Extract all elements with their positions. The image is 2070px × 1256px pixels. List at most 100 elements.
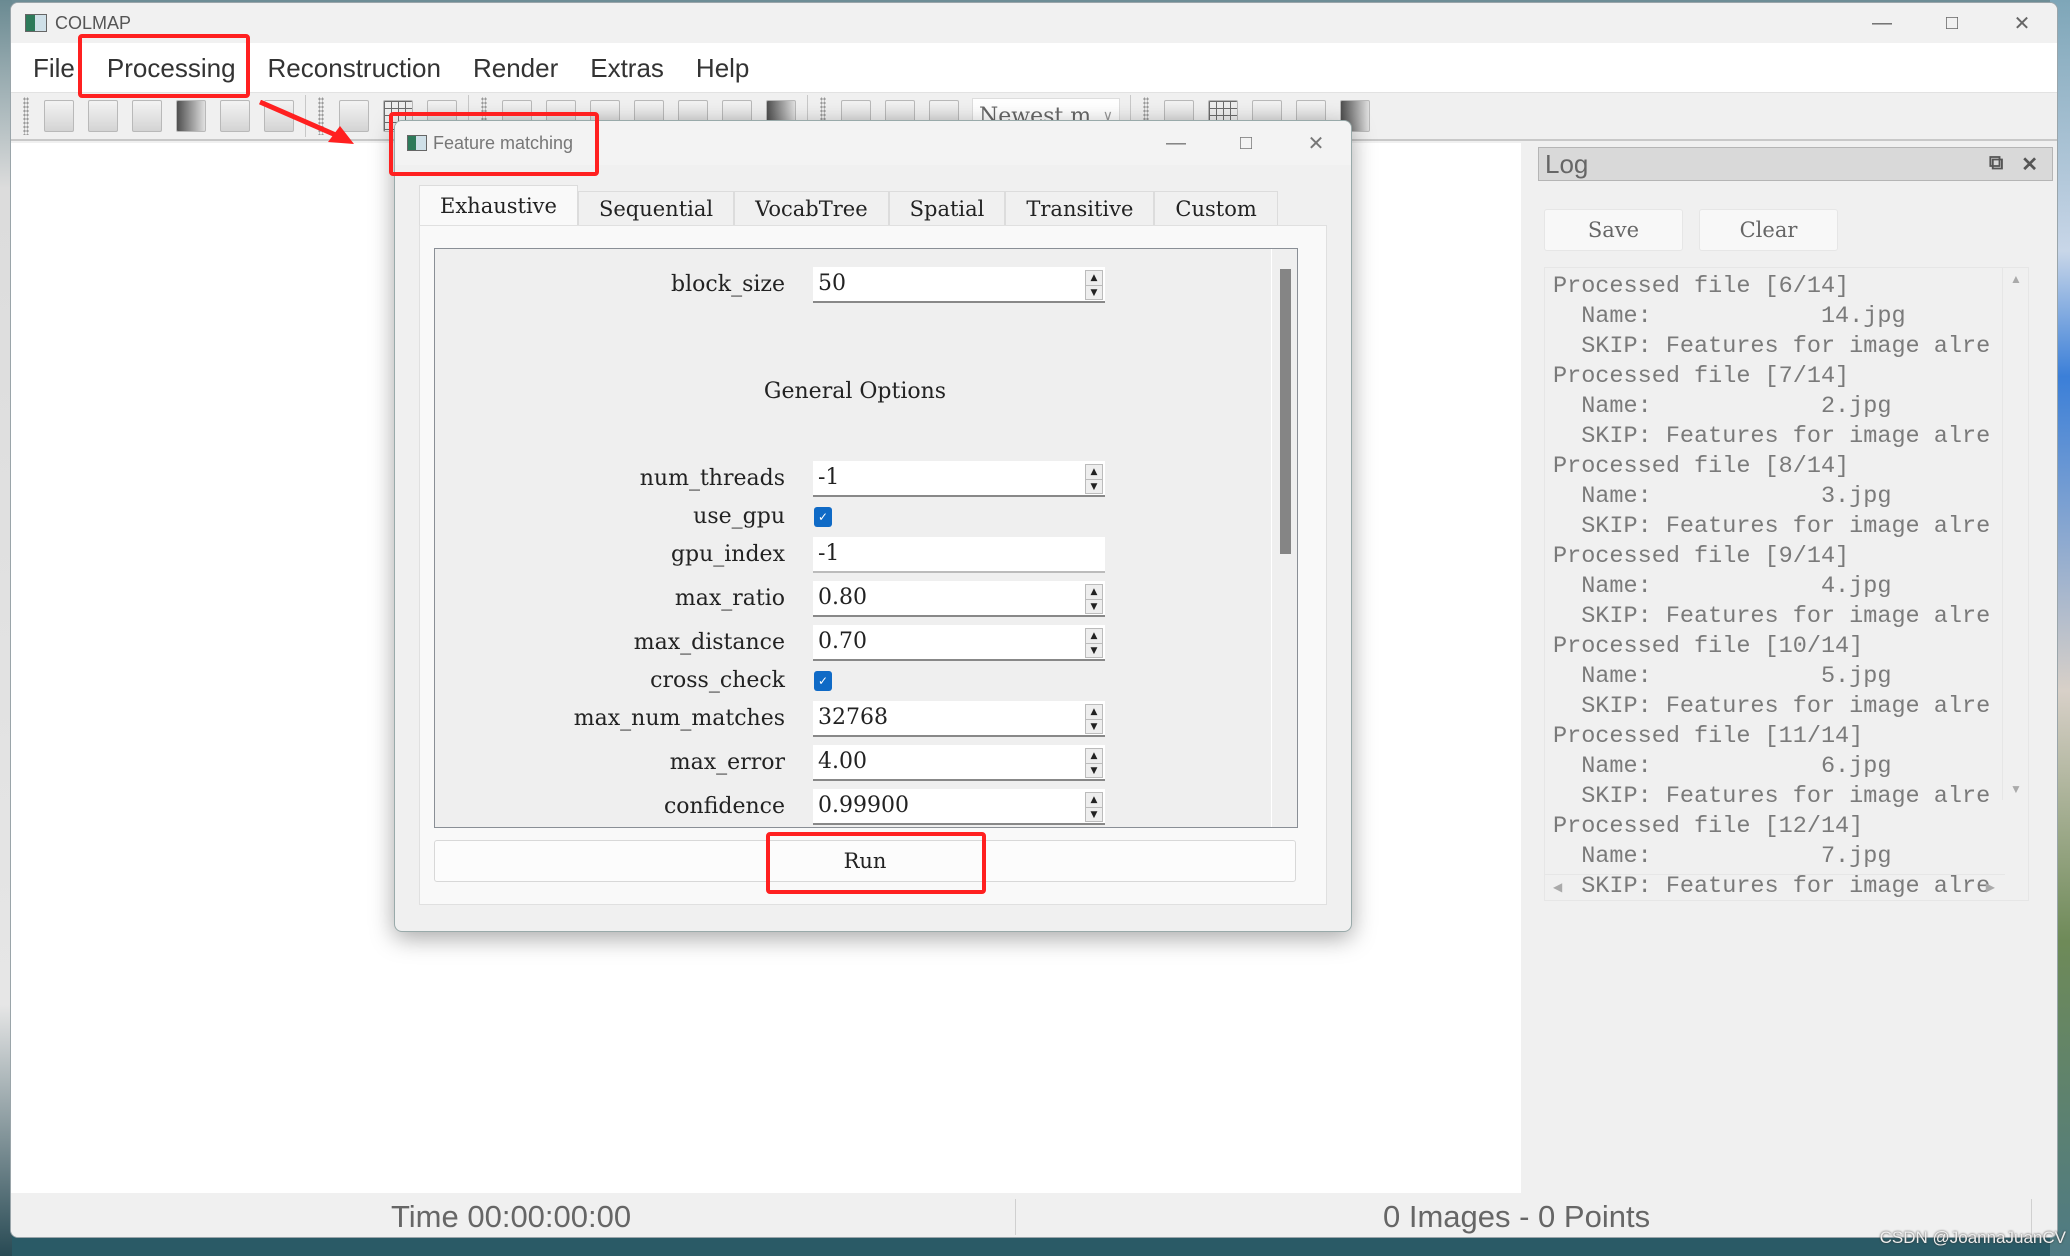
title-bar: COLMAP — □ ✕ bbox=[11, 3, 2057, 43]
scroll-right-icon[interactable]: ▶ bbox=[1986, 880, 1995, 894]
tab-custom[interactable]: Custom bbox=[1154, 191, 1278, 225]
dialog-minimize-button[interactable]: — bbox=[1141, 121, 1211, 165]
log-text-area[interactable]: Processed file [6/14] Name: 14.jpg SKIP:… bbox=[1544, 267, 2029, 901]
field-label: use_gpu bbox=[693, 504, 785, 529]
field-label: num_threads bbox=[639, 466, 785, 491]
general-options-heading: General Options bbox=[763, 379, 947, 404]
max-error-spinbox[interactable]: 4.00 ▲ ▼ bbox=[813, 745, 1105, 781]
field-label: cross_check bbox=[650, 668, 785, 693]
open-project-icon[interactable] bbox=[88, 100, 118, 132]
minimize-icon: — bbox=[1872, 11, 1892, 34]
confidence-spinbox[interactable]: 0.99900 ▲ ▼ bbox=[813, 789, 1105, 825]
spin-down-icon[interactable]: ▼ bbox=[1086, 807, 1102, 822]
spin-up-icon[interactable]: ▲ bbox=[1086, 585, 1102, 599]
log-line: Name: 5.jpg bbox=[1553, 663, 1892, 690]
scrollbar-thumb[interactable] bbox=[1280, 269, 1291, 555]
field-label: block_size bbox=[671, 272, 785, 297]
edit-project-icon[interactable] bbox=[132, 100, 162, 132]
toolbar-grip[interactable] bbox=[23, 97, 29, 135]
log-line: SKIP: Features for image alre bbox=[1553, 693, 1991, 720]
annotation-arrow-icon bbox=[259, 100, 354, 144]
window-title: COLMAP bbox=[55, 12, 132, 33]
close-button[interactable]: ✕ bbox=[1987, 3, 2057, 43]
float-dock-icon[interactable]: ⧉ bbox=[1989, 152, 2003, 177]
field-label: max_distance bbox=[633, 630, 785, 655]
annotation-dialog-title-highlight bbox=[389, 112, 599, 176]
dialog-close-button[interactable]: ✕ bbox=[1281, 121, 1351, 165]
menu-help[interactable]: Help bbox=[680, 43, 765, 93]
block-size-spinbox[interactable]: 50 ▲ ▼ bbox=[813, 267, 1105, 303]
tab-spatial[interactable]: Spatial bbox=[888, 191, 1006, 225]
scroll-up-icon[interactable]: ▲ bbox=[2010, 272, 2022, 286]
log-dock: Log ⧉ ✕ Save Clear Processed file [6/14]… bbox=[1526, 143, 2057, 1193]
log-line: Processed file [6/14] bbox=[1553, 273, 1850, 300]
gpu-index-input[interactable]: -1 bbox=[813, 537, 1105, 573]
options-scroll-area[interactable]: block_size 50 ▲ ▼ General Options num_thr… bbox=[434, 248, 1298, 828]
spin-up-icon[interactable]: ▲ bbox=[1086, 705, 1102, 719]
tab-vocabtree[interactable]: VocabTree bbox=[734, 191, 889, 225]
log-line: Name: 14.jpg bbox=[1553, 303, 1906, 330]
field-value: 0.80 bbox=[818, 585, 867, 610]
menu-extras[interactable]: Extras bbox=[574, 43, 680, 93]
log-line: Name: 7.jpg bbox=[1553, 843, 1892, 870]
spin-down-icon[interactable]: ▼ bbox=[1086, 479, 1102, 494]
log-line: Processed file [12/14] bbox=[1553, 813, 1864, 840]
maximize-button[interactable]: □ bbox=[1917, 3, 1987, 43]
menu-render[interactable]: Render bbox=[457, 43, 574, 93]
field-max-ratio: max_ratio 0.80 ▲ ▼ bbox=[435, 581, 1275, 617]
max-distance-spinbox[interactable]: 0.70 ▲ ▼ bbox=[813, 625, 1105, 661]
scroll-down-icon[interactable]: ▼ bbox=[2010, 782, 2022, 796]
cross-check-checkbox[interactable]: ✓ bbox=[814, 671, 832, 691]
field-value: 50 bbox=[818, 271, 846, 296]
exhaustive-tab-panel: block_size 50 ▲ ▼ General Options num_thr… bbox=[419, 225, 1327, 905]
import-icon[interactable] bbox=[220, 100, 250, 132]
field-cross-check: cross_check ✓ bbox=[435, 663, 1275, 699]
log-horizontal-scrollbar[interactable]: ◀ ▶ bbox=[1545, 874, 2005, 900]
spin-up-icon[interactable]: ▲ bbox=[1086, 793, 1102, 807]
status-bar: Time 00:00:00:00 0 Images - 0 Points bbox=[11, 1195, 2057, 1237]
log-line: SKIP: Features for image alre bbox=[1553, 603, 1991, 630]
tab-exhaustive[interactable]: Exhaustive bbox=[419, 185, 578, 225]
field-value: -1 bbox=[818, 541, 840, 566]
log-save-button[interactable]: Save bbox=[1544, 209, 1683, 251]
spin-down-icon[interactable]: ▼ bbox=[1086, 719, 1102, 734]
save-icon[interactable] bbox=[176, 100, 206, 132]
annotation-processing-highlight bbox=[78, 34, 250, 98]
spin-down-icon[interactable]: ▼ bbox=[1086, 285, 1102, 300]
use-gpu-checkbox[interactable]: ✓ bbox=[814, 507, 832, 527]
spin-down-icon[interactable]: ▼ bbox=[1086, 763, 1102, 778]
spin-up-icon[interactable]: ▲ bbox=[1086, 465, 1102, 479]
close-icon: ✕ bbox=[1307, 132, 1325, 155]
log-vertical-scrollbar[interactable]: ▲ ▼ bbox=[2002, 268, 2028, 800]
field-value: 32768 bbox=[818, 705, 888, 730]
log-clear-button[interactable]: Clear bbox=[1699, 209, 1838, 251]
options-vertical-scrollbar[interactable] bbox=[1271, 249, 1297, 827]
tab-sequential[interactable]: Sequential bbox=[577, 191, 735, 225]
minimize-button[interactable]: — bbox=[1847, 3, 1917, 43]
spin-down-icon[interactable]: ▼ bbox=[1086, 643, 1102, 658]
menu-bar: File Processing Reconstruction Render Ex… bbox=[11, 43, 2057, 93]
log-line: Processed file [10/14] bbox=[1553, 633, 1864, 660]
matching-tabs: Exhaustive Sequential VocabTree Spatial … bbox=[419, 185, 1278, 225]
field-gpu-index: gpu_index -1 bbox=[435, 537, 1275, 573]
field-max-error: max_error 4.00 ▲ ▼ bbox=[435, 745, 1275, 781]
field-max-distance: max_distance 0.70 ▲ ▼ bbox=[435, 625, 1275, 661]
close-dock-icon[interactable]: ✕ bbox=[2021, 152, 2038, 177]
field-label: gpu_index bbox=[670, 542, 785, 567]
field-max-num-matches: max_num_matches 32768 ▲ ▼ bbox=[435, 701, 1275, 737]
scroll-left-icon[interactable]: ◀ bbox=[1553, 880, 1562, 894]
max-num-matches-spinbox[interactable]: 32768 ▲ ▼ bbox=[813, 701, 1105, 737]
new-project-icon[interactable] bbox=[44, 100, 74, 132]
menu-reconstruction[interactable]: Reconstruction bbox=[252, 43, 457, 93]
spin-up-icon[interactable]: ▲ bbox=[1086, 271, 1102, 285]
maximize-icon: □ bbox=[1239, 131, 1253, 154]
field-label: confidence bbox=[663, 794, 785, 819]
spin-up-icon[interactable]: ▲ bbox=[1086, 629, 1102, 643]
spin-up-icon[interactable]: ▲ bbox=[1086, 749, 1102, 763]
spin-down-icon[interactable]: ▼ bbox=[1086, 599, 1102, 614]
max-ratio-spinbox[interactable]: 0.80 ▲ ▼ bbox=[813, 581, 1105, 617]
tab-transitive[interactable]: Transitive bbox=[1005, 191, 1155, 225]
dialog-maximize-button[interactable]: □ bbox=[1211, 121, 1281, 165]
log-header: Log ⧉ ✕ bbox=[1538, 147, 2053, 181]
num-threads-spinbox[interactable]: -1 ▲ ▼ bbox=[813, 461, 1105, 497]
